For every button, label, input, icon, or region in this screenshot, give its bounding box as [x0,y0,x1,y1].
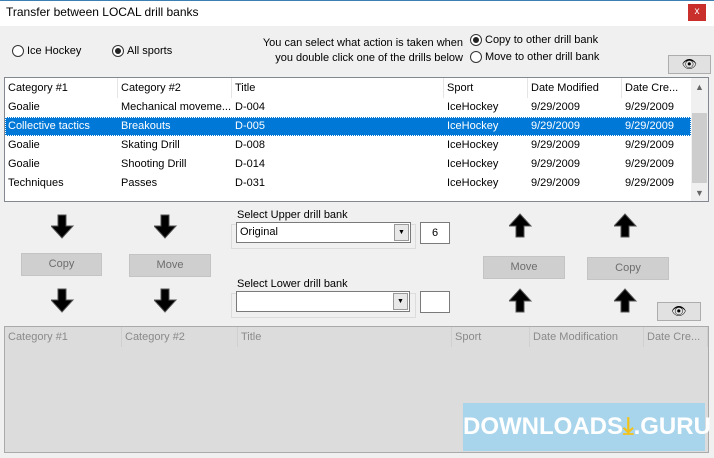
arrow-up-icon [509,213,533,238]
table-cell: D-031 [235,177,265,189]
arrow-up-icon [509,288,533,313]
arrow-up-icon [614,288,638,313]
window-title: Transfer between LOCAL drill banks [6,5,199,19]
lower-bank-count [420,291,450,313]
watermark-text: DOWNLOADS [463,413,623,440]
table-cell: IceHockey [447,120,499,132]
watermark-text: .GURU [633,413,711,440]
table-cell: 9/29/2009 [625,120,674,132]
upper-drill-list[interactable]: Category #1 Category #2 Title Sport Date Mod… [4,77,709,202]
table-cell: IceHockey [447,139,499,151]
table-cell: Goalie [8,139,40,151]
column-header[interactable]: Date Cre... [644,327,708,347]
table-cell: Techniques [8,177,64,189]
radio-ice-hockey[interactable]: Ice Hockey [12,45,82,58]
column-header[interactable]: Sport [444,78,528,98]
radio-label: Move to other drill bank [485,51,600,64]
column-header[interactable]: Category #1 [5,78,118,98]
eye-icon: 👁 [681,57,698,71]
table-cell: 9/29/2009 [531,139,580,151]
upper-scrollbar[interactable]: ▲ ▼ [691,78,708,201]
table-cell: IceHockey [447,101,499,113]
table-cell: Skating Drill [121,139,180,151]
table-cell: 9/29/2009 [531,101,580,113]
move-down-button[interactable]: Move [129,254,211,277]
table-cell: 9/29/2009 [531,158,580,170]
table-row[interactable]: Techniques Passes D-031 IceHockey 9/29/2009 9… [5,174,691,193]
table-cell: Breakouts [121,120,171,132]
column-header[interactable]: Category #2 [118,78,232,98]
table-cell: 9/29/2009 [531,177,580,189]
download-icon: ⤓ [622,413,634,440]
column-header[interactable]: Category #1 [5,327,122,347]
column-header[interactable]: Title [238,327,452,347]
radio-label: All sports [127,45,173,58]
arrow-down-icon [51,288,75,313]
radio-circle [112,45,124,58]
table-cell: D-004 [235,101,265,113]
close-button[interactable]: x [688,4,706,21]
table-cell: 9/29/2009 [625,177,674,189]
watermark: DOWNLOADS⤓.GURU [463,403,711,451]
table-cell: D-005 [235,120,265,132]
table-cell: 9/29/2009 [625,158,674,170]
table-cell: D-014 [235,158,265,170]
radio-circle [470,34,482,47]
radio-all-sports[interactable]: All sports [112,45,173,58]
copy-down-button[interactable]: Copy [21,253,102,276]
table-row[interactable]: Goalie Mechanical moveme... D-004 IceHockey… [5,98,691,117]
action-hint: You can select what action is taken when… [230,36,463,66]
view-upper-button[interactable]: 👁 [668,55,711,74]
upper-bank-select[interactable]: Original ▼ [236,222,411,243]
table-row[interactable]: Goalie Skating Drill D-008 IceHockey 9/29/20… [5,136,691,155]
upper-bank-label: Select Upper drill bank [237,209,350,221]
radio-circle [12,45,24,58]
table-cell: Shooting Drill [121,158,187,170]
copy-up-button[interactable]: Copy [587,257,669,280]
table-cell: Mechanical moveme... [121,101,232,113]
table-cell: 9/29/2009 [625,101,674,113]
column-header[interactable]: Date Cre... [622,78,692,98]
column-header[interactable]: Title [232,78,444,98]
view-lower-button[interactable]: 👁 [657,302,701,321]
lower-bank-select[interactable]: ▼ [236,291,410,312]
move-up-button[interactable]: Move [483,256,565,279]
scroll-up-icon[interactable]: ▲ [691,82,708,92]
column-header[interactable]: Date Modification [530,327,644,347]
column-header[interactable]: Sport [452,327,530,347]
table-cell: Collective tactics [8,120,90,132]
table-row[interactable]: Goalie Shooting Drill D-014 IceHockey 9/29/2… [5,155,691,174]
scroll-thumb[interactable] [692,113,707,183]
radio-copy-action[interactable]: Copy to other drill bank [470,34,599,47]
table-cell: IceHockey [447,158,499,170]
table-cell: Goalie [8,158,40,170]
arrow-down-icon [154,214,178,239]
hint-line: you double click one of the drills below [275,52,463,64]
scroll-down-icon[interactable]: ▼ [691,188,708,198]
table-cell: 9/29/2009 [625,139,674,151]
arrow-down-icon [51,214,75,239]
eye-icon: 👁 [671,304,687,318]
lower-bank-label: Select Lower drill bank [237,278,350,290]
radio-move-action[interactable]: Move to other drill bank [470,51,600,64]
arrow-up-icon [614,213,638,238]
table-cell: Goalie [8,101,40,113]
chevron-down-icon[interactable]: ▼ [394,224,409,241]
upper-bank-value: Original [240,226,278,238]
arrow-down-icon [154,288,178,313]
table-cell: 9/29/2009 [531,120,580,132]
table-cell: IceHockey [447,177,499,189]
column-header[interactable]: Category #2 [122,327,238,347]
table-cell: D-008 [235,139,265,151]
column-header[interactable]: Date Modified [528,78,622,98]
radio-label: Copy to other drill bank [485,34,599,47]
table-cell: Passes [121,177,158,189]
upper-bank-count: 6 [420,222,450,244]
hint-line: You can select what action is taken when [262,37,463,49]
radio-label: Ice Hockey [27,45,82,58]
radio-circle [470,51,482,64]
table-row[interactable]: Collective tactics Breakouts D-005 IceHocke… [5,117,691,136]
chevron-down-icon[interactable]: ▼ [393,293,408,310]
